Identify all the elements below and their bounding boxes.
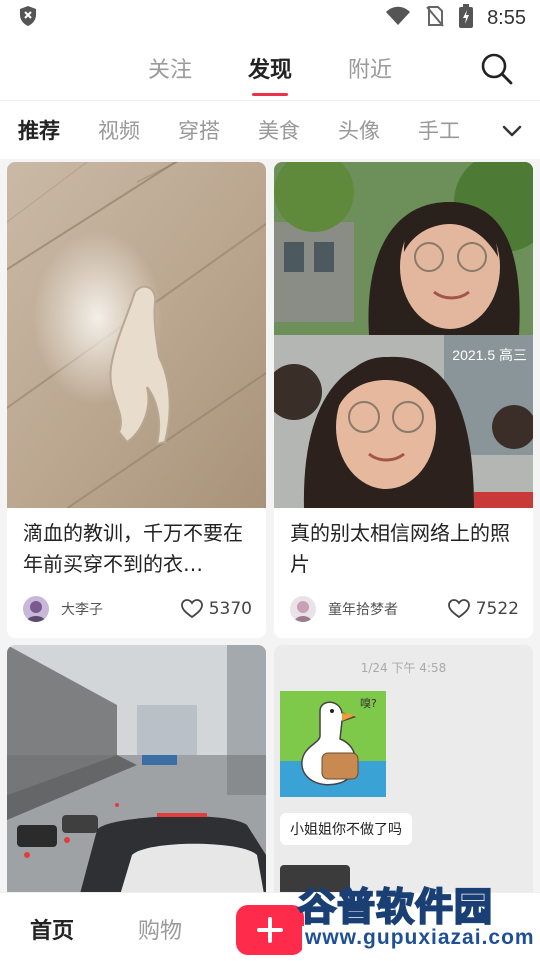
plus-icon: [257, 917, 283, 943]
search-icon[interactable]: [480, 52, 514, 86]
author-name[interactable]: 童年拾梦者: [328, 599, 448, 619]
category-video[interactable]: 视频: [98, 115, 140, 145]
watermark: 谷普软件园 www.gupuxiazai.com: [296, 876, 540, 960]
watermark-url: www.gupuxiazai.com: [302, 926, 538, 950]
sticker-image: 嗅?: [280, 691, 386, 797]
status-time: 8:55: [487, 6, 526, 29]
top-tabs: 关注 发现 附近: [0, 36, 540, 100]
nav-home[interactable]: 首页: [30, 913, 74, 945]
watermark-title: 谷普软件园: [297, 884, 494, 930]
note-card[interactable]: [7, 645, 266, 892]
category-handcraft[interactable]: 手工: [418, 115, 460, 145]
category-outfit[interactable]: 穿搭: [178, 115, 220, 145]
chevron-down-icon[interactable]: [498, 117, 526, 145]
shield-icon: [18, 5, 38, 31]
note-card[interactable]: 滴血的教训，千万不要在年前买穿不到的衣… 大李子 5370: [7, 162, 266, 638]
note-card[interactable]: 2021.5 高三 真的别太相信网络上的照片 童年拾梦者 7522: [274, 162, 533, 638]
note-meta: 大李子 5370: [23, 596, 252, 622]
like-count: 5370: [208, 599, 252, 619]
note-image[interactable]: [7, 162, 266, 508]
add-button[interactable]: [236, 905, 304, 955]
like-button[interactable]: 7522: [447, 599, 519, 619]
note-meta: 童年拾梦者 7522: [290, 596, 519, 622]
status-bar: 8:55: [0, 0, 540, 36]
note-title[interactable]: 滴血的教训，千万不要在年前买穿不到的衣…: [23, 518, 252, 580]
like-button[interactable]: 5370: [180, 599, 252, 619]
note-image[interactable]: 2021.5 高三: [274, 162, 533, 508]
top-nav: 关注 发现 附近: [0, 36, 540, 100]
avatar[interactable]: [23, 596, 49, 622]
category-recommend[interactable]: 推荐: [18, 115, 60, 145]
feed: 滴血的教训，千万不要在年前买穿不到的衣… 大李子 5370 2021.5 高三 …: [0, 159, 540, 892]
tab-nearby[interactable]: 附近: [344, 52, 396, 84]
chat-message: 小姐姐你不做了吗: [290, 822, 402, 838]
note-image[interactable]: 1/24 下午 4:58 嗅? 小姐姐你不做了吗: [274, 645, 533, 892]
author-name[interactable]: 大李子: [61, 599, 181, 619]
wifi-icon: [385, 6, 411, 30]
status-icons: 8:55: [385, 4, 526, 32]
category-food[interactable]: 美食: [258, 115, 300, 145]
tab-discover[interactable]: 发现: [244, 52, 296, 84]
note-image[interactable]: [7, 645, 266, 892]
image-overlay-text: 2021.5 高三: [452, 347, 527, 363]
heart-icon: [447, 599, 470, 619]
heart-icon: [180, 599, 203, 619]
category-avatar[interactable]: 头像: [338, 115, 380, 145]
like-count: 7522: [475, 599, 519, 619]
chat-time: 1/24 下午 4:58: [360, 661, 447, 675]
note-card[interactable]: 1/24 下午 4:58 嗅? 小姐姐你不做了吗: [274, 645, 533, 892]
category-list: 推荐 视频 穿搭 美食 头像 手工: [0, 115, 480, 145]
sticker-text: 嗅?: [360, 696, 377, 710]
nav-shop[interactable]: 购物: [138, 913, 182, 945]
tab-following[interactable]: 关注: [144, 52, 196, 84]
avatar[interactable]: [290, 596, 316, 622]
chat-bubble: 小姐姐你不做了吗: [280, 813, 412, 845]
category-bar: 推荐 视频 穿搭 美食 头像 手工: [0, 101, 540, 159]
note-title[interactable]: 真的别太相信网络上的照片: [290, 518, 519, 580]
no-sim-icon: [425, 5, 445, 31]
battery-charging-icon: [459, 4, 474, 32]
